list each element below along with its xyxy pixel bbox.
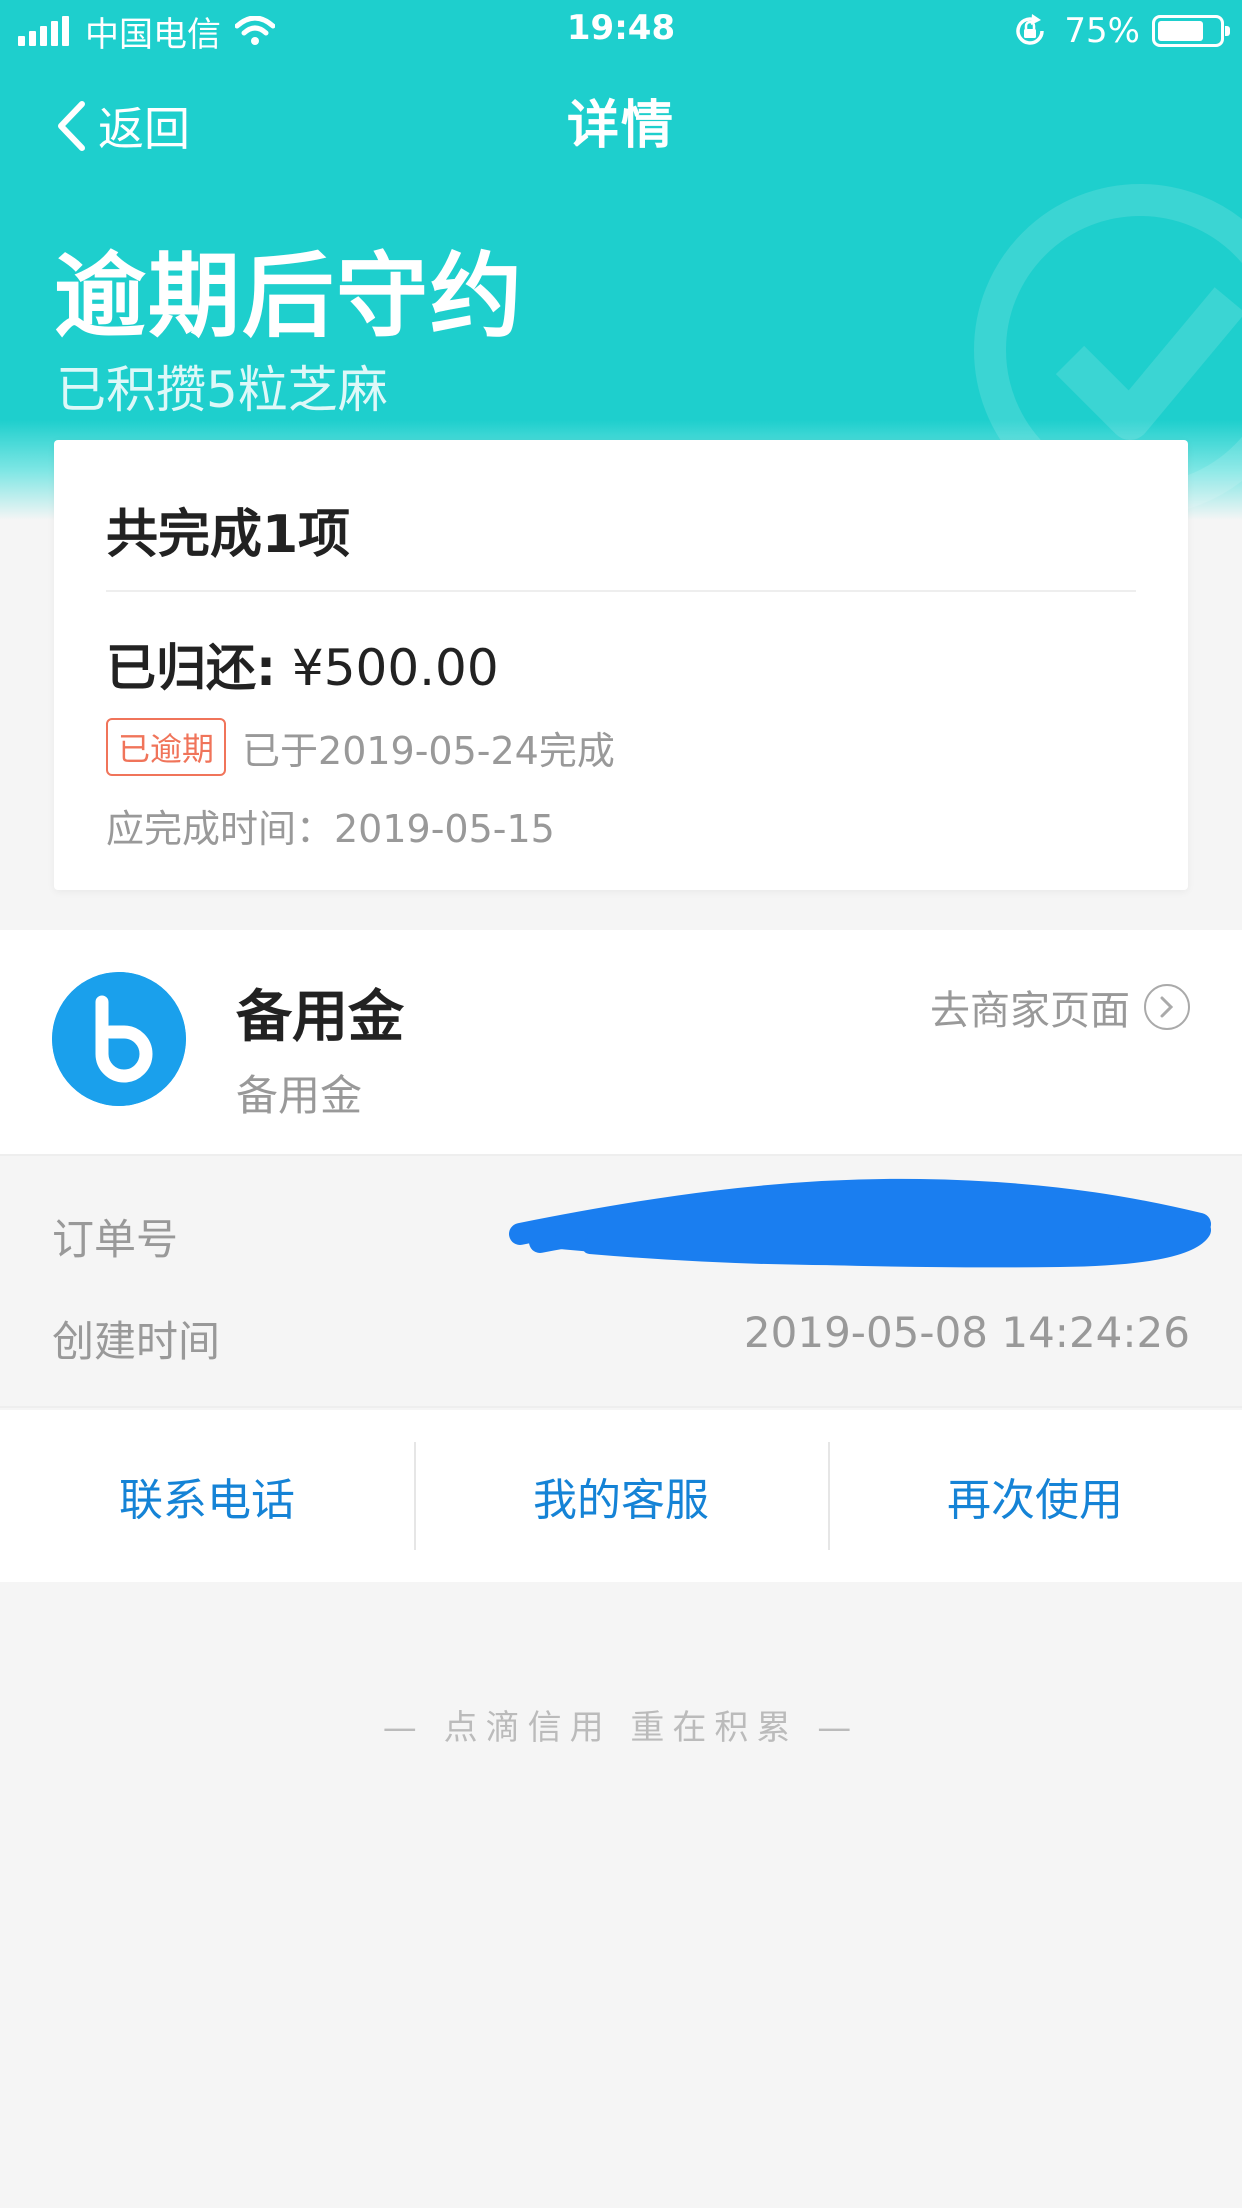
created-time-row: 创建时间 2019-05-08 14:24:26: [52, 1308, 1190, 1368]
due-date-text: 应完成时间：2019-05-15: [106, 807, 555, 851]
merchant-subtitle: 备用金: [236, 1071, 363, 1120]
battery-icon: [1152, 15, 1230, 47]
summary-card: 共完成1项 已归还: ¥500.00 已逾期 已于2019-05-24完成 应完…: [54, 440, 1188, 890]
merchant-section: 备用金 备用金 去商家页面: [0, 930, 1242, 1156]
page-title: 详情: [566, 96, 675, 156]
hero-title: 逾期后守约: [54, 243, 525, 350]
created-time-label: 创建时间: [52, 1317, 221, 1366]
customer-service-button[interactable]: 我的客服: [414, 1410, 828, 1582]
orientation-lock-icon: [1016, 14, 1045, 45]
hero-subtitle: 已积攒5粒芝麻: [56, 361, 388, 419]
use-again-button[interactable]: 再次使用: [828, 1410, 1242, 1582]
merchant-logo-icon: [52, 972, 186, 1106]
nav-bar: 返回 详情: [0, 90, 1242, 162]
merchant-name: 备用金: [236, 985, 404, 1050]
merchant-page-link[interactable]: 去商家页面: [930, 978, 1190, 1036]
action-bar: 联系电话 我的客服 再次使用: [0, 1410, 1242, 1582]
footer-slogan: — 点滴信用 重在积累 —: [382, 1708, 860, 1748]
merchant-link-label: 去商家页面: [930, 988, 1130, 1034]
chevron-right-circle-icon: [1144, 984, 1190, 1030]
returned-amount: ¥500.00: [291, 639, 499, 697]
contact-phone-button[interactable]: 联系电话: [0, 1410, 414, 1582]
summary-title: 共完成1项: [106, 505, 351, 565]
returned-amount-line: 已归还: ¥500.00: [106, 628, 499, 700]
divider: [106, 590, 1136, 592]
order-number-label: 订单号: [52, 1215, 179, 1264]
status-bar: 中国电信 19:48 75%: [0, 0, 1242, 62]
redaction-scribble: [509, 1178, 1211, 1268]
created-time-value: 2019-05-08 14:24:26: [743, 1308, 1190, 1357]
status-line: 已逾期 已于2019-05-24完成: [106, 718, 615, 776]
completed-text: 已于2019-05-24完成: [242, 728, 615, 773]
overdue-badge: 已逾期: [106, 718, 227, 776]
battery-percent: 75%: [1064, 11, 1140, 51]
returned-label: 已归还:: [106, 639, 276, 697]
page: 中国电信 19:48 75% 返回 详情 逾期后守约 已积攒5粒芝麻 共完成1项…: [0, 0, 1242, 2208]
